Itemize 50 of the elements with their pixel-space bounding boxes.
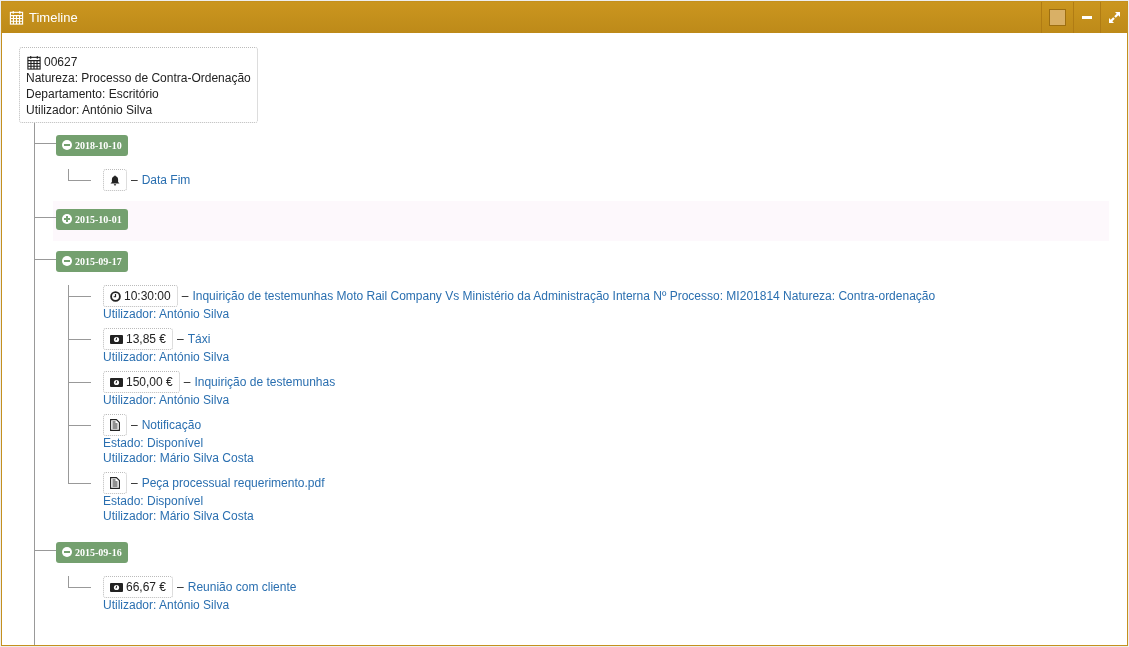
item-detail: Utilizador: Mário Silva Costa: [103, 509, 255, 524]
item-title-link[interactable]: Inquirição de testemunhas Moto Rail Company Vs Ministério da Administração Interna Nº Processo: MI201814 Natureza: Contra-ordenação: [192, 287, 936, 305]
calendar-icon: [9, 10, 24, 25]
dash-separator: –: [183, 374, 191, 391]
calendar-icon: [26, 54, 42, 70]
color-swatch-button[interactable]: [1049, 9, 1066, 26]
date-tag[interactable]: 2018-10-10: [56, 134, 128, 156]
dash-separator: –: [131, 417, 138, 434]
dash-separator: –: [131, 475, 138, 492]
document-icon: [110, 477, 120, 489]
banknote-icon: [110, 334, 123, 344]
item-title-link[interactable]: Notificação: [141, 416, 202, 434]
plus-circle-icon: [62, 214, 72, 224]
badge-text: 10:30:00: [124, 288, 171, 305]
clock-icon: [110, 290, 121, 302]
dash-separator: –: [177, 331, 184, 348]
record-field: Departamento: Escritório: [26, 86, 251, 102]
date-tag[interactable]: 2015-09-16: [56, 541, 128, 563]
record-field: Utilizador: António Silva: [26, 102, 251, 118]
item-detail: Utilizador: António Silva: [103, 393, 231, 408]
item-detail: Estado: Disponível: [103, 436, 205, 451]
badge-text: 150,00 €: [126, 374, 173, 391]
minus-circle-icon: [62, 256, 72, 266]
item-title-link[interactable]: Reunião com cliente: [187, 578, 297, 596]
record-field: Natureza: Processo de Contra-Ordenação: [26, 70, 251, 86]
dash-separator: –: [177, 579, 184, 596]
panel-title: Timeline: [29, 8, 78, 27]
bell-icon: [110, 174, 120, 186]
item-title-link[interactable]: Inquirição de testemunhas: [194, 373, 336, 391]
document-icon: [110, 419, 120, 431]
badge-text: 13,85 €: [126, 331, 167, 348]
item-detail: Utilizador: Mário Silva Costa: [103, 451, 255, 466]
item-title-link[interactable]: Data Fim: [141, 171, 191, 189]
minus-circle-icon: [62, 140, 72, 150]
item-detail: Utilizador: António Silva: [103, 307, 231, 322]
item-detail: Estado: Disponível: [103, 494, 205, 509]
record-number: 00627: [44, 54, 78, 70]
expand-icon[interactable]: [1108, 12, 1120, 23]
badge-text: 66,67 €: [126, 579, 167, 596]
item-title-link[interactable]: Peça processual requerimento.pdf: [141, 474, 325, 492]
item-detail: Utilizador: António Silva: [103, 350, 231, 365]
item-title-link[interactable]: Táxi: [187, 330, 211, 348]
item-detail: Utilizador: António Silva: [103, 598, 231, 613]
date-tag[interactable]: 2015-09-17: [56, 250, 128, 272]
minus-circle-icon: [62, 547, 72, 557]
dash-separator: –: [131, 172, 138, 189]
banknote-icon: [110, 582, 123, 592]
banknote-icon: [110, 377, 123, 387]
date-tag[interactable]: 2015-10-01: [56, 208, 128, 230]
dash-separator: –: [181, 288, 189, 305]
